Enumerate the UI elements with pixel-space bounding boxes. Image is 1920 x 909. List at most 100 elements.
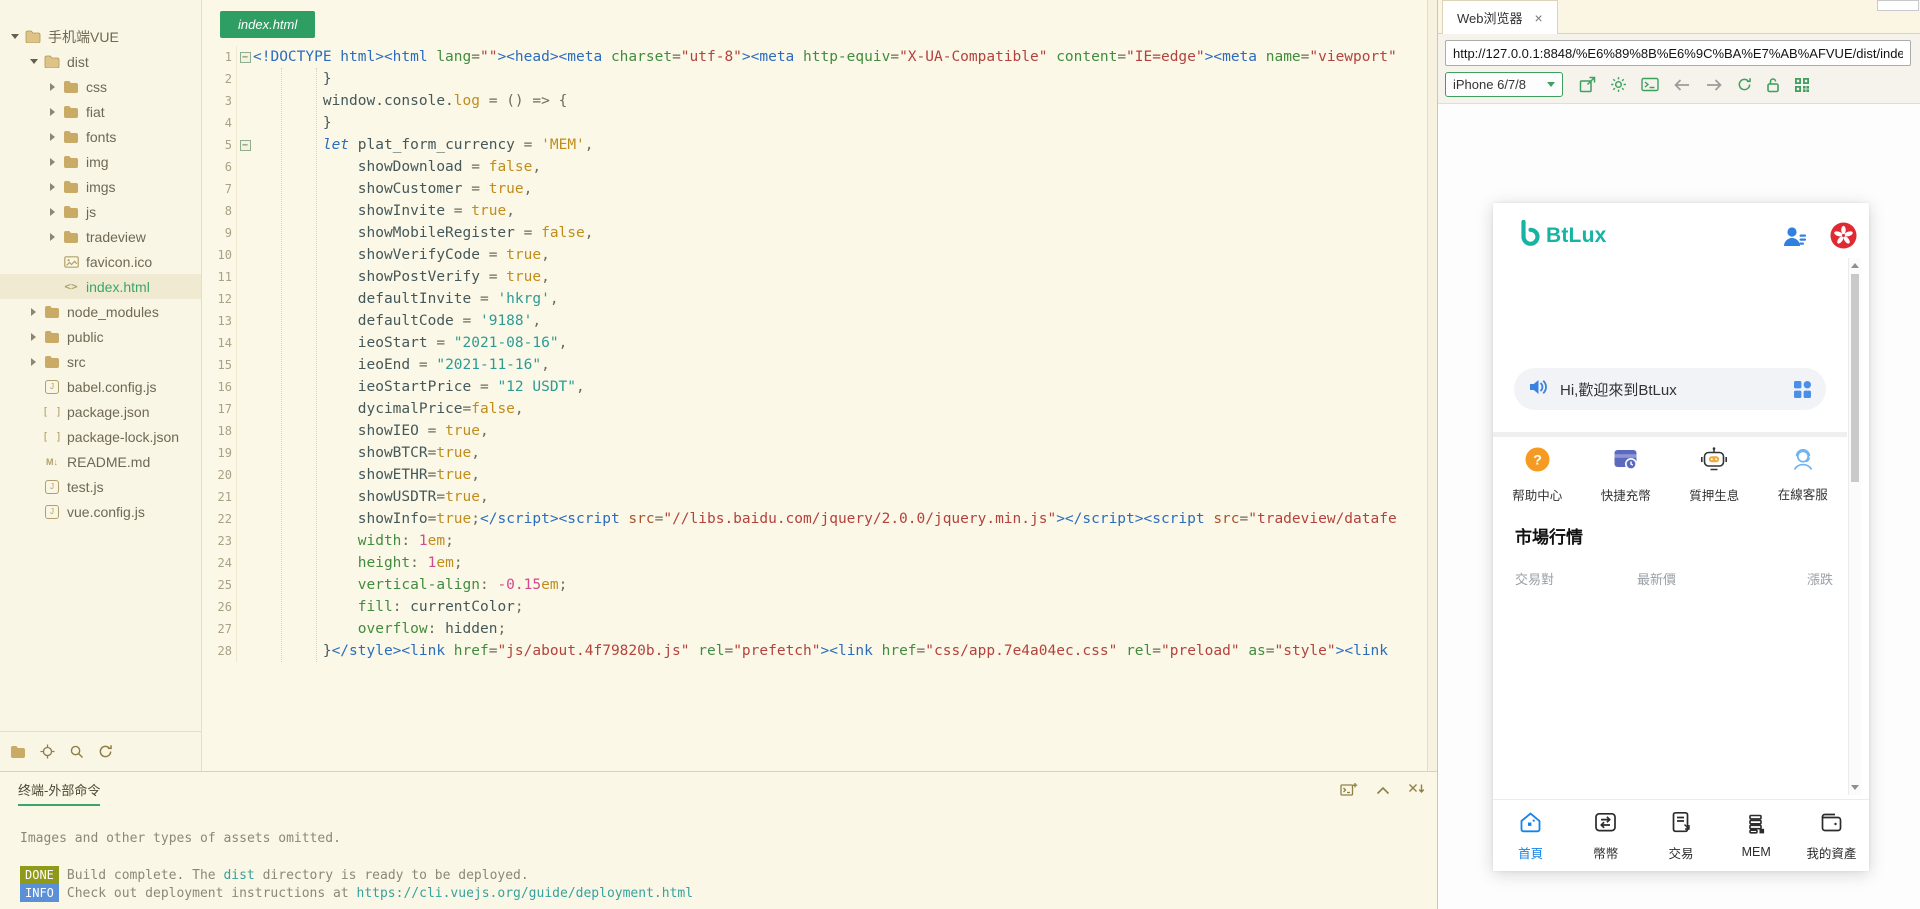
code-line-26[interactable]: 26 fill: currentColor; bbox=[202, 596, 1427, 618]
code-line-6[interactable]: 6 showDownload = false, bbox=[202, 156, 1427, 178]
chevron-down-icon[interactable] bbox=[27, 59, 40, 64]
chevron-right-icon[interactable] bbox=[46, 182, 59, 191]
tree-item-favicon-ico[interactable]: favicon.ico bbox=[0, 249, 201, 274]
scrollbar-thumb[interactable] bbox=[1851, 274, 1859, 482]
code-line-17[interactable]: 17 dycimalPrice=false, bbox=[202, 398, 1427, 420]
code-line-14[interactable]: 14 ieoStart = "2021-08-16", bbox=[202, 332, 1427, 354]
tree-item-img[interactable]: img bbox=[0, 149, 201, 174]
open-external-icon[interactable] bbox=[1579, 76, 1596, 93]
refresh-icon[interactable] bbox=[1737, 77, 1752, 92]
menu-item-質押生息[interactable]: 質押生息 bbox=[1670, 446, 1759, 504]
menu-item-快捷充幣[interactable]: 快捷充幣 bbox=[1582, 446, 1671, 504]
code-line-16[interactable]: 16 ieoStartPrice = "12 USDT", bbox=[202, 376, 1427, 398]
close-icon[interactable]: × bbox=[1535, 10, 1543, 26]
code-line-20[interactable]: 20 showETHR=true, bbox=[202, 464, 1427, 486]
code-line-28[interactable]: 28 }</style><link href="js/about.4f79820… bbox=[202, 640, 1427, 662]
chevron-right-icon[interactable] bbox=[46, 157, 59, 166]
code-line-4[interactable]: 4 } bbox=[202, 112, 1427, 134]
chevron-right-icon[interactable] bbox=[46, 82, 59, 91]
tree-item-node-modules[interactable]: node_modules bbox=[0, 299, 201, 324]
tree-item-dist[interactable]: dist bbox=[0, 49, 201, 74]
url-input[interactable] bbox=[1445, 40, 1911, 66]
tree-item-fonts[interactable]: fonts bbox=[0, 124, 201, 149]
code-line-18[interactable]: 18 showIEO = true, bbox=[202, 420, 1427, 442]
phone-scrollbar[interactable] bbox=[1848, 258, 1861, 795]
chevron-right-icon[interactable] bbox=[46, 207, 59, 216]
device-select[interactable]: iPhone 6/7/8 bbox=[1445, 72, 1563, 97]
nav-item-我的資產[interactable]: 我的資產 bbox=[1794, 810, 1869, 862]
locate-icon[interactable] bbox=[40, 744, 55, 759]
new-terminal-icon[interactable] bbox=[1340, 782, 1358, 802]
code-line-23[interactable]: 23 width: 1em; bbox=[202, 530, 1427, 552]
scroll-down-icon[interactable] bbox=[1851, 785, 1859, 790]
tree-item-js[interactable]: js bbox=[0, 199, 201, 224]
menu-item-帮助中心[interactable]: ? 帮助中心 bbox=[1493, 446, 1582, 504]
code-line-7[interactable]: 7 showCustomer = true, bbox=[202, 178, 1427, 200]
editor-tab-index-html[interactable]: index.html bbox=[220, 11, 316, 38]
chevron-right-icon[interactable] bbox=[27, 357, 40, 366]
code-line-10[interactable]: 10 showVerifyCode = true, bbox=[202, 244, 1427, 266]
code-line-12[interactable]: 12 defaultInvite = 'hkrg', bbox=[202, 288, 1427, 310]
tree-item-imgs[interactable]: imgs bbox=[0, 174, 201, 199]
search-icon[interactable] bbox=[69, 744, 84, 759]
code-line-3[interactable]: 3 window.console.log = () => { bbox=[202, 90, 1427, 112]
back-icon[interactable] bbox=[1673, 78, 1691, 92]
tree-item-fiat[interactable]: fiat bbox=[0, 99, 201, 124]
nav-item-mem[interactable]: MEM bbox=[1719, 812, 1794, 859]
tree-item-tradeview[interactable]: tradeview bbox=[0, 224, 201, 249]
code-line-2[interactable]: 2 } bbox=[202, 68, 1427, 90]
code-line-25[interactable]: 25 vertical-align: -0.15em; bbox=[202, 574, 1427, 596]
code-line-8[interactable]: 8 showInvite = true, bbox=[202, 200, 1427, 222]
code-line-21[interactable]: 21 showUSDTR=true, bbox=[202, 486, 1427, 508]
chevron-right-icon[interactable] bbox=[27, 307, 40, 316]
tree-item-readme-md[interactable]: M↓ README.md bbox=[0, 449, 201, 474]
code-area[interactable]: 1− <!DOCTYPE html><html lang=""><head><me… bbox=[202, 46, 1427, 662]
code-line-9[interactable]: 9 showMobileRegister = false, bbox=[202, 222, 1427, 244]
code-line-11[interactable]: 11 showPostVerify = true, bbox=[202, 266, 1427, 288]
lock-icon[interactable] bbox=[1766, 77, 1780, 93]
contact-icon[interactable] bbox=[1782, 225, 1807, 253]
browser-tab[interactable]: Web浏览器 × bbox=[1442, 0, 1558, 34]
chevron-down-icon[interactable] bbox=[8, 34, 21, 39]
qrcode-icon[interactable] bbox=[1794, 77, 1810, 93]
tree-item-index-html[interactable]: <> index.html bbox=[0, 274, 201, 299]
terminal-link[interactable]: dist bbox=[223, 868, 254, 883]
code-line-22[interactable]: 22 showInfo=true;</script><script src="/… bbox=[202, 508, 1427, 530]
tree-item-package-json[interactable]: [ ] package.json bbox=[0, 399, 201, 424]
fold-marker-icon[interactable]: − bbox=[237, 46, 253, 68]
fold-marker-icon[interactable]: − bbox=[237, 134, 253, 156]
terminal-link[interactable]: https://cli.vuejs.org/guide/deployment.h… bbox=[357, 886, 694, 901]
chevron-right-icon[interactable] bbox=[46, 107, 59, 116]
code-line-19[interactable]: 19 showBTCR=true, bbox=[202, 442, 1427, 464]
welcome-notice-bar[interactable]: Hi,歡迎來到BtLux bbox=[1514, 368, 1826, 410]
scroll-up-icon[interactable] bbox=[1851, 263, 1859, 268]
code-line-24[interactable]: 24 height: 1em; bbox=[202, 552, 1427, 574]
tree-item-package-lock-json[interactable]: [ ] package-lock.json bbox=[0, 424, 201, 449]
chevron-right-icon[interactable] bbox=[27, 332, 40, 341]
folder-icon[interactable] bbox=[10, 745, 26, 758]
editor-scrollbar[interactable] bbox=[1427, 0, 1437, 771]
gear-icon[interactable] bbox=[1610, 76, 1627, 93]
terminal-tab[interactable]: 终端-外部命令 bbox=[18, 780, 101, 806]
tree-item-public[interactable]: public bbox=[0, 324, 201, 349]
chevron-right-icon[interactable] bbox=[46, 132, 59, 141]
code-line-15[interactable]: 15 ieoEnd = "2021-11-16", bbox=[202, 354, 1427, 376]
tree-item-css[interactable]: css bbox=[0, 74, 201, 99]
grid-icon[interactable] bbox=[1793, 380, 1812, 399]
code-line-1[interactable]: 1− <!DOCTYPE html><html lang=""><head><me… bbox=[202, 46, 1427, 68]
hk-flag-icon[interactable] bbox=[1830, 222, 1857, 254]
nav-item-首頁[interactable]: 首頁 bbox=[1493, 810, 1568, 862]
refresh-icon[interactable] bbox=[98, 744, 113, 759]
nav-item-幣幣[interactable]: 幣幣 bbox=[1568, 810, 1643, 862]
tree-item-test-js[interactable]: Jtest.js bbox=[0, 474, 201, 499]
code-line-5[interactable]: 5− let plat_form_currency = 'MEM', bbox=[202, 134, 1427, 156]
chevron-right-icon[interactable] bbox=[46, 232, 59, 241]
console-icon[interactable] bbox=[1641, 77, 1659, 92]
tree-item-vue-config-js[interactable]: Jvue.config.js bbox=[0, 499, 201, 524]
tree-item-手机端vue[interactable]: 手机端VUE bbox=[0, 24, 201, 49]
code-line-13[interactable]: 13 defaultCode = '9188', bbox=[202, 310, 1427, 332]
collapse-up-icon[interactable] bbox=[1376, 782, 1390, 802]
close-terminal-icon[interactable] bbox=[1408, 782, 1425, 802]
menu-item-在線客服[interactable]: 在線客服 bbox=[1759, 446, 1848, 504]
tree-item-babel-config-js[interactable]: Jbabel.config.js bbox=[0, 374, 201, 399]
